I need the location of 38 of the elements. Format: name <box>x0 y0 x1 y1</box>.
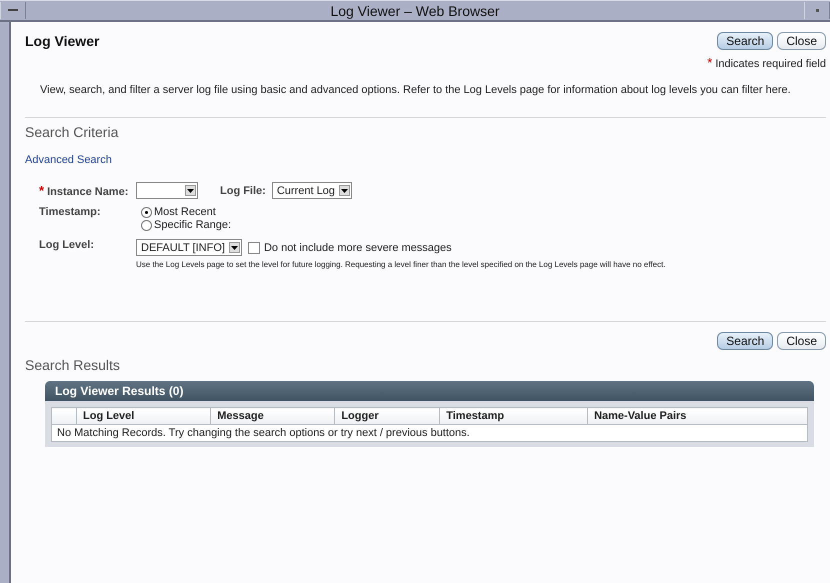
required-mark: * <box>707 55 712 70</box>
help-text: Use the Log Levels page to set the level for future logging. Requesting a level finer than the level specified on the Log Levels page will have no effect. <box>136 260 666 269</box>
action-button[interactable]: Search <box>717 332 774 350</box>
required-mark: * <box>39 183 44 198</box>
radio-button[interactable] <box>141 220 152 230</box>
checkbox[interactable] <box>248 242 260 254</box>
action-button[interactable]: Close <box>777 32 826 50</box>
section-heading: Search Results <box>25 357 121 373</box>
radio-option[interactable]: Specific Range: <box>141 219 232 231</box>
select-column-header <box>52 408 76 424</box>
instance-dropdown[interactable] <box>136 182 198 199</box>
field-label: Instance Name: <box>47 186 128 198</box>
page-title: Log Viewer <box>25 33 100 49</box>
field-label: Log File: <box>220 184 266 196</box>
empty-table-message: No Matching Records. Try changing the search options or try next / previous buttons. <box>52 424 808 442</box>
required-note: Indicates required field <box>715 58 826 70</box>
field-label: Timestamp: <box>38 206 102 218</box>
window-title: Log Viewer – Web Browser <box>329 2 501 18</box>
window-minimize-button[interactable] <box>804 2 830 19</box>
column-header[interactable]: Name-Value Pairs <box>588 408 808 424</box>
minus-icon <box>8 9 18 12</box>
action-button[interactable]: Close <box>777 332 826 350</box>
table-title: Log Viewer Results (0) <box>45 381 814 401</box>
column-header[interactable]: Log Level <box>76 408 211 424</box>
column-header[interactable]: Logger <box>334 408 440 424</box>
window-menu-button[interactable] <box>0 2 26 19</box>
advanced-search-link[interactable]: Advanced Search <box>25 154 112 166</box>
column-header[interactable]: Message <box>210 408 335 424</box>
radio-option[interactable]: Most Recent <box>141 206 232 218</box>
field-label: Log Level: <box>38 239 96 251</box>
log-file-dropdown[interactable]: Current Log <box>272 182 352 199</box>
checkbox-option[interactable]: Do not include more severe messages <box>248 242 452 254</box>
section-heading: Search Criteria <box>25 124 120 140</box>
log-level-dropdown[interactable]: DEFAULT [INFO] <box>136 239 242 256</box>
column-header[interactable]: Timestamp <box>440 408 588 424</box>
page-description: View, search, and filter a server log file using basic and advanced options. Refer to the Log Levels page for information about log levels you can filter here. <box>40 84 792 96</box>
radio-button[interactable] <box>141 206 152 218</box>
action-button[interactable]: Search <box>717 32 774 50</box>
